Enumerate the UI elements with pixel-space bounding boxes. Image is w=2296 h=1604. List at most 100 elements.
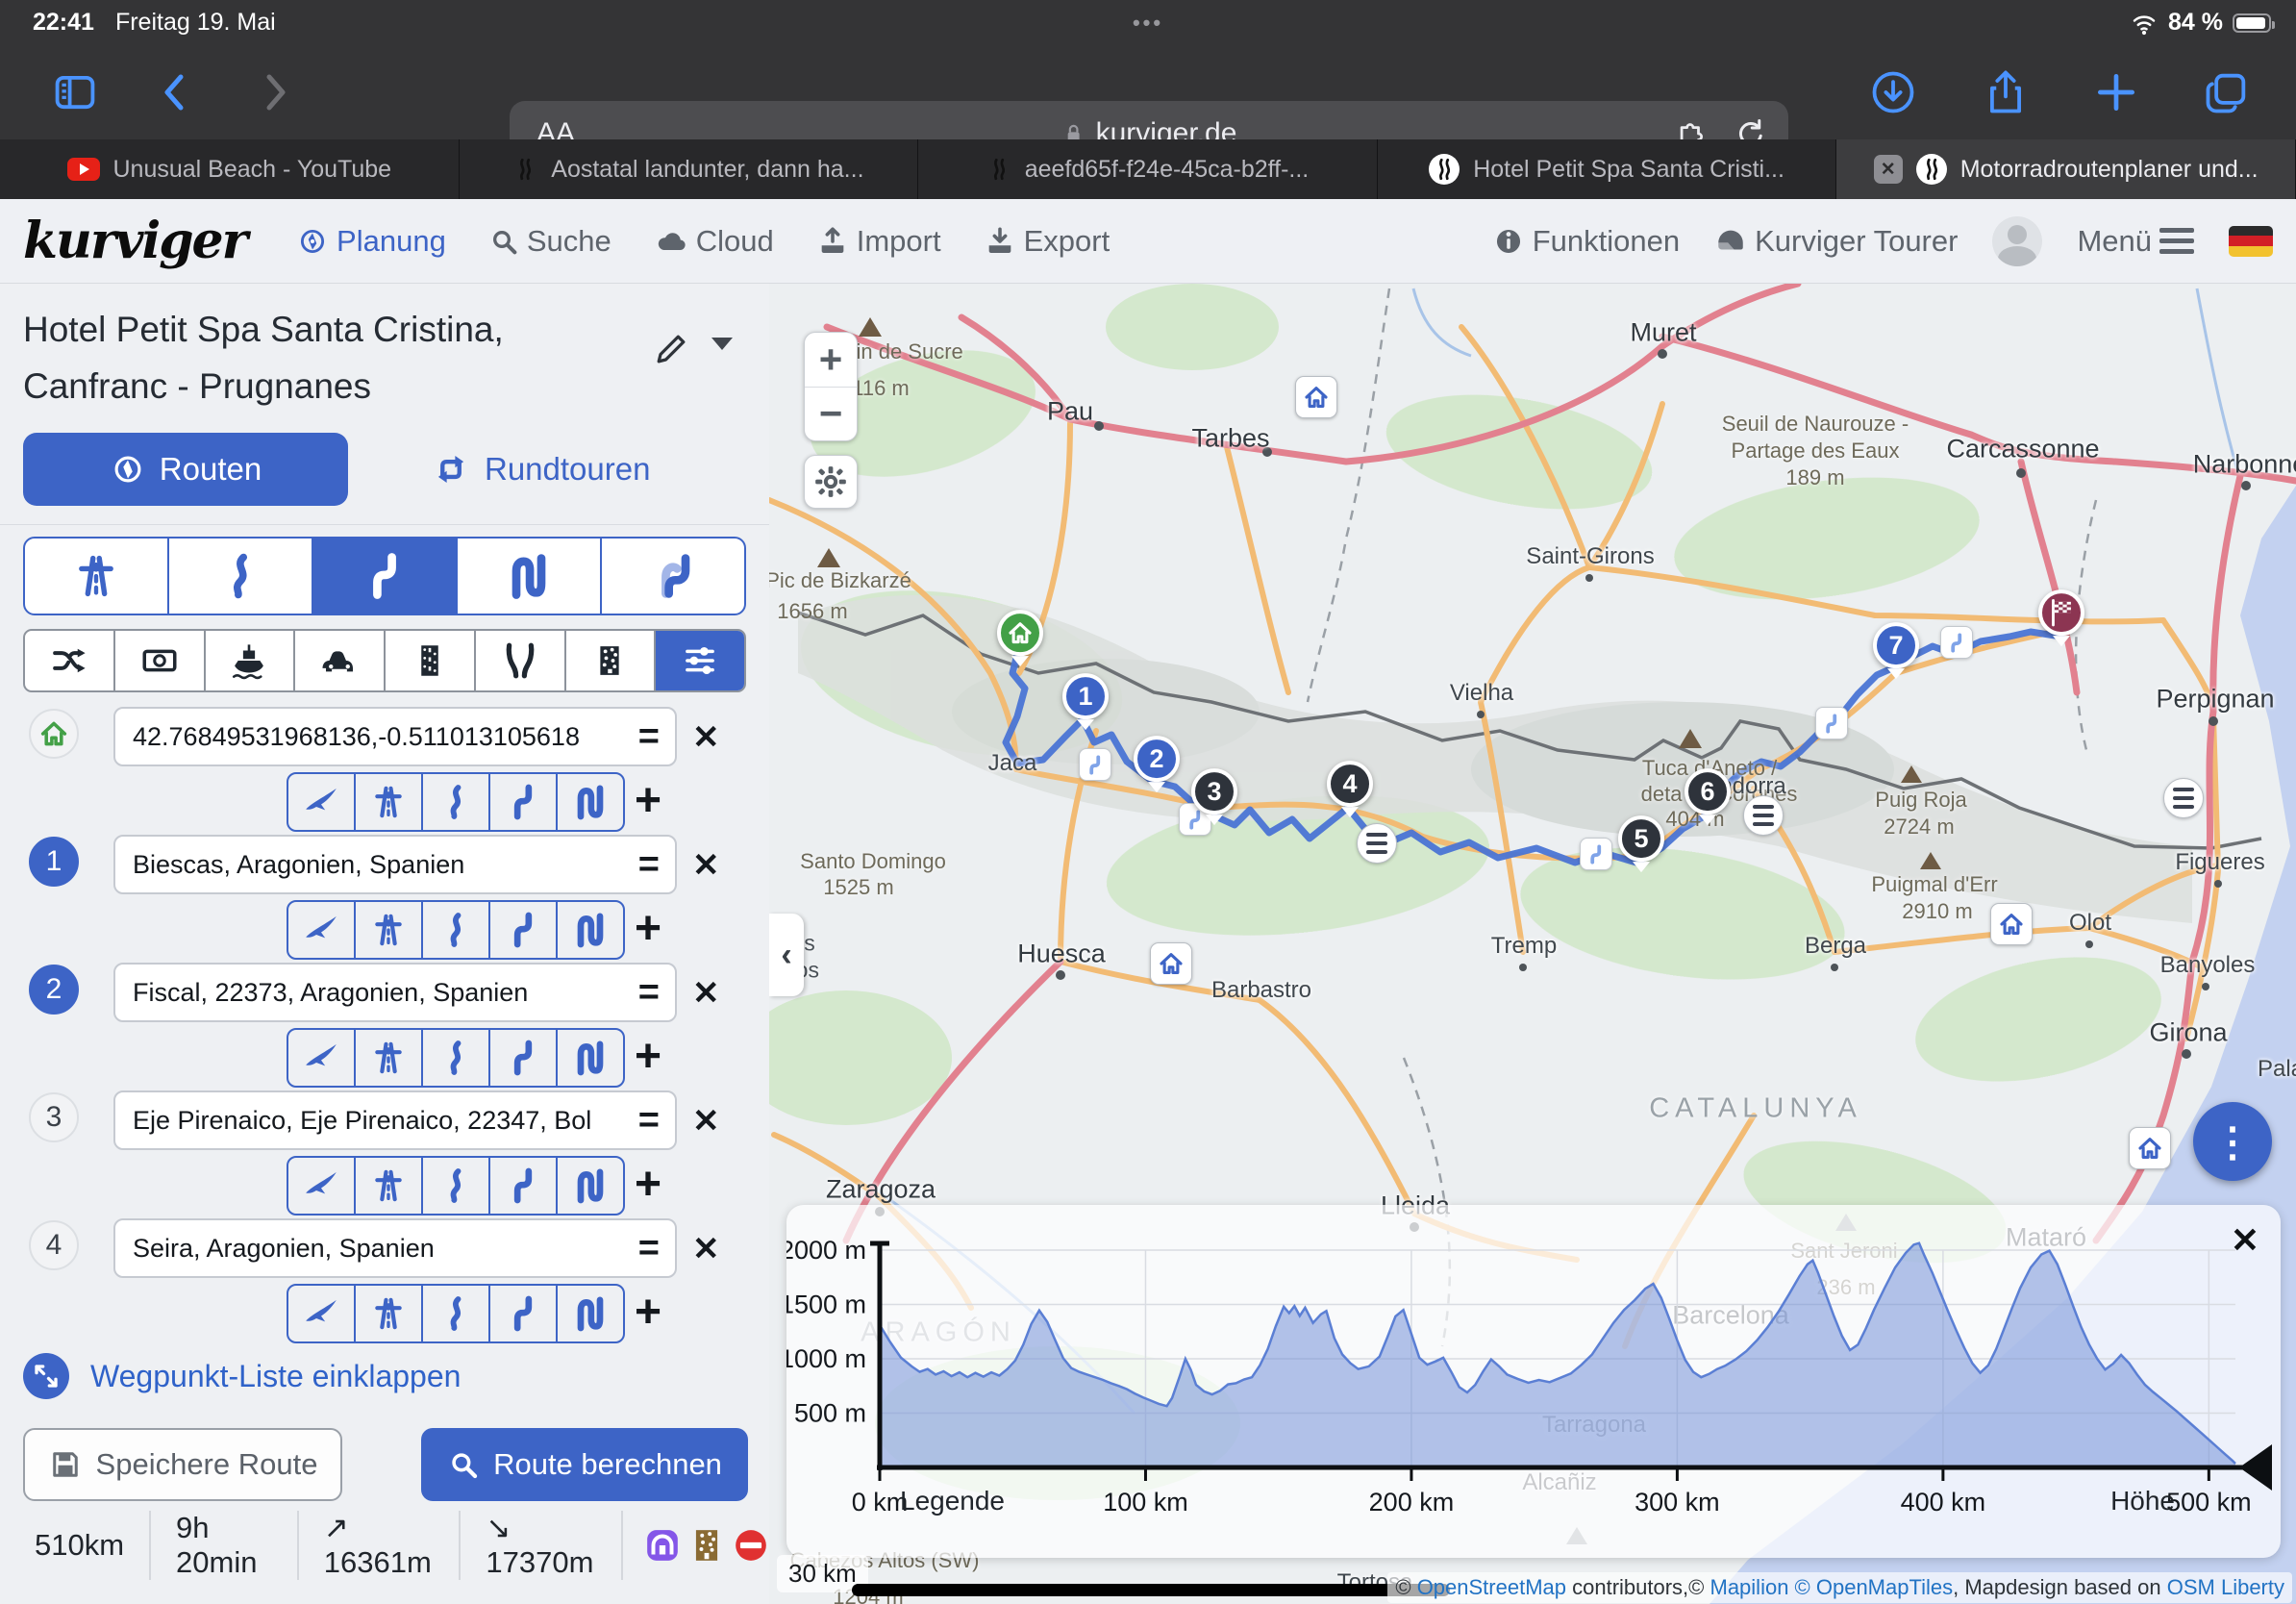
unpaved-option[interactable] [566, 631, 657, 690]
bird-line-mode[interactable] [288, 1286, 356, 1341]
new-tab-icon[interactable] [2092, 68, 2140, 116]
bird-line-mode[interactable] [288, 902, 356, 958]
curve-medium-mode[interactable] [490, 902, 558, 958]
curve-strong-option[interactable] [458, 539, 602, 614]
road-fork-option[interactable] [476, 631, 566, 690]
curve-light-option[interactable] [169, 539, 313, 614]
curve-light-mode[interactable] [423, 1030, 490, 1086]
lodging-marker[interactable] [1150, 942, 1192, 985]
delete-waypoint-icon[interactable]: ✕ [692, 1230, 720, 1268]
lodging-marker[interactable] [1990, 903, 2033, 945]
browser-tab[interactable]: aeefd65f-f24e-45ca-b2ff-... [918, 139, 1378, 199]
curve-light-mode[interactable] [423, 902, 490, 958]
waypoint-map-marker-2[interactable]: 2 [1134, 736, 1180, 782]
list-marker[interactable] [1743, 795, 1784, 836]
browser-tab[interactable]: ✕Motorradroutenplaner und... [1836, 139, 2296, 199]
unpaved-warning-icon[interactable] [688, 1527, 725, 1564]
tunnel-warning-icon[interactable] [644, 1527, 681, 1564]
routes-tab[interactable]: Routen [23, 433, 348, 506]
curve-strong-mode[interactable] [558, 1030, 623, 1086]
motorway-option[interactable] [25, 539, 169, 614]
edit-title-icon[interactable] [650, 328, 692, 370]
sidebar-toggle-icon[interactable] [50, 67, 100, 117]
nav-kurviger-tourer[interactable]: Kurviger Tourer [1714, 224, 1958, 259]
list-marker[interactable] [2163, 778, 2204, 818]
motorway-mode[interactable] [356, 1030, 423, 1086]
back-icon[interactable] [152, 69, 198, 115]
map-canvas[interactable]: Muretain de Sucre116 mPauTarbesSeuil de … [769, 284, 2296, 1604]
toll-option[interactable] [115, 631, 206, 690]
curve-medium-mode[interactable] [490, 1286, 558, 1341]
add-waypoint-button[interactable]: + [635, 1286, 661, 1340]
nav-menu[interactable]: Menü [2077, 224, 2194, 259]
nav-export[interactable]: Export [984, 224, 1111, 259]
motorway-mode[interactable] [356, 774, 423, 830]
attribution-link[interactable]: OSM Liberty [2167, 1575, 2284, 1599]
curve-medium-mode[interactable] [490, 1030, 558, 1086]
motorway-mode[interactable] [356, 902, 423, 958]
downloads-icon[interactable] [1868, 67, 1918, 117]
zoom-out-button[interactable]: − [805, 388, 857, 441]
waypoint-map-marker-7[interactable]: 7 [1873, 622, 1919, 668]
avatar[interactable] [1992, 216, 2042, 266]
curve-strong-mode[interactable] [558, 1158, 623, 1214]
ferry-option[interactable] [206, 631, 296, 690]
tab-overview-icon[interactable] [2202, 67, 2252, 117]
route-section-marker[interactable] [1079, 748, 1111, 781]
waypoint-map-marker-5[interactable]: 5 [1618, 815, 1664, 862]
curve-strong-mode[interactable] [558, 774, 623, 830]
list-marker[interactable] [1357, 823, 1397, 864]
waypoint-map-marker-6[interactable]: 6 [1685, 768, 1731, 815]
motorway-mode[interactable] [356, 1158, 423, 1214]
lodging-marker[interactable] [1295, 376, 1337, 418]
sliders-option[interactable] [656, 631, 744, 690]
curve-medium-option[interactable] [313, 539, 458, 614]
route-section-marker[interactable] [1580, 838, 1612, 870]
drag-handle-icon[interactable]: = [638, 844, 660, 886]
waypoint-input[interactable]: Eje Pirenaico, Eje Pirenaico, 22347, Bol… [113, 1090, 677, 1150]
drag-handle-icon[interactable]: = [638, 716, 660, 758]
legend-toggle[interactable]: Legende [900, 1486, 1005, 1516]
waypoint-input[interactable]: Seira, Aragonien, Spanien= [113, 1218, 677, 1278]
waypoint-input[interactable]: Biescas, Aragonien, Spanien= [113, 835, 677, 894]
elevation-chart[interactable]: 500 m1000 m1500 m2000 m0 km100 km200 km3… [786, 1205, 2281, 1558]
road-surface-option[interactable] [386, 631, 476, 690]
waypoint-input[interactable]: Fiscal, 22373, Aragonien, Spanien= [113, 963, 677, 1022]
browser-tab[interactable]: Aostatal landunter, dann ha... [460, 139, 919, 199]
waypoint-input[interactable]: 42.76849531968136,-0.511013105618= [113, 707, 677, 766]
forward-icon[interactable] [252, 69, 298, 115]
attribution-link[interactable]: Mapilion © OpenMapTiles [1710, 1575, 1954, 1599]
zoom-in-button[interactable]: + [805, 333, 857, 388]
delete-waypoint-icon[interactable]: ✕ [692, 974, 720, 1013]
delete-waypoint-icon[interactable]: ✕ [692, 1102, 720, 1140]
waypoint-map-marker-3[interactable]: 3 [1191, 768, 1237, 815]
nav-import[interactable]: Import [816, 224, 941, 259]
motorway-mode[interactable] [356, 1286, 423, 1341]
delete-waypoint-icon[interactable]: ✕ [692, 846, 720, 885]
car-option[interactable] [295, 631, 386, 690]
drag-handle-icon[interactable]: = [638, 1228, 660, 1269]
curve-extreme-option[interactable] [602, 539, 744, 614]
start-marker[interactable] [997, 610, 1043, 656]
kurviger-logo[interactable]: kurviger [23, 212, 246, 270]
add-waypoint-button[interactable]: + [635, 1158, 661, 1212]
german-flag-icon[interactable] [2229, 226, 2273, 257]
curve-light-mode[interactable] [423, 774, 490, 830]
close-tab-icon[interactable]: ✕ [1874, 155, 1903, 184]
route-section-marker[interactable] [1815, 707, 1848, 739]
delete-waypoint-icon[interactable]: ✕ [692, 718, 720, 757]
calculate-route-button[interactable]: Route berechnen [421, 1428, 748, 1501]
share-icon[interactable] [1981, 67, 2031, 117]
shuffle-option[interactable] [25, 631, 115, 690]
save-route-button[interactable]: Speichere Route [23, 1428, 342, 1501]
add-waypoint-button[interactable]: + [635, 902, 661, 956]
curve-medium-mode[interactable] [490, 1158, 558, 1214]
browser-tab[interactable]: Hotel Petit Spa Santa Cristi... [1378, 139, 1837, 199]
curve-strong-mode[interactable] [558, 1286, 623, 1341]
add-waypoint-button[interactable]: + [635, 1030, 661, 1084]
bird-line-mode[interactable] [288, 1030, 356, 1086]
collapse-waypoint-list-button[interactable]: Wegpunkt-Liste einklappen [23, 1353, 461, 1399]
restriction-warning-icon[interactable] [733, 1527, 769, 1564]
browser-tab[interactable]: Unusual Beach - YouTube [0, 139, 460, 199]
finish-marker[interactable] [2038, 589, 2084, 636]
